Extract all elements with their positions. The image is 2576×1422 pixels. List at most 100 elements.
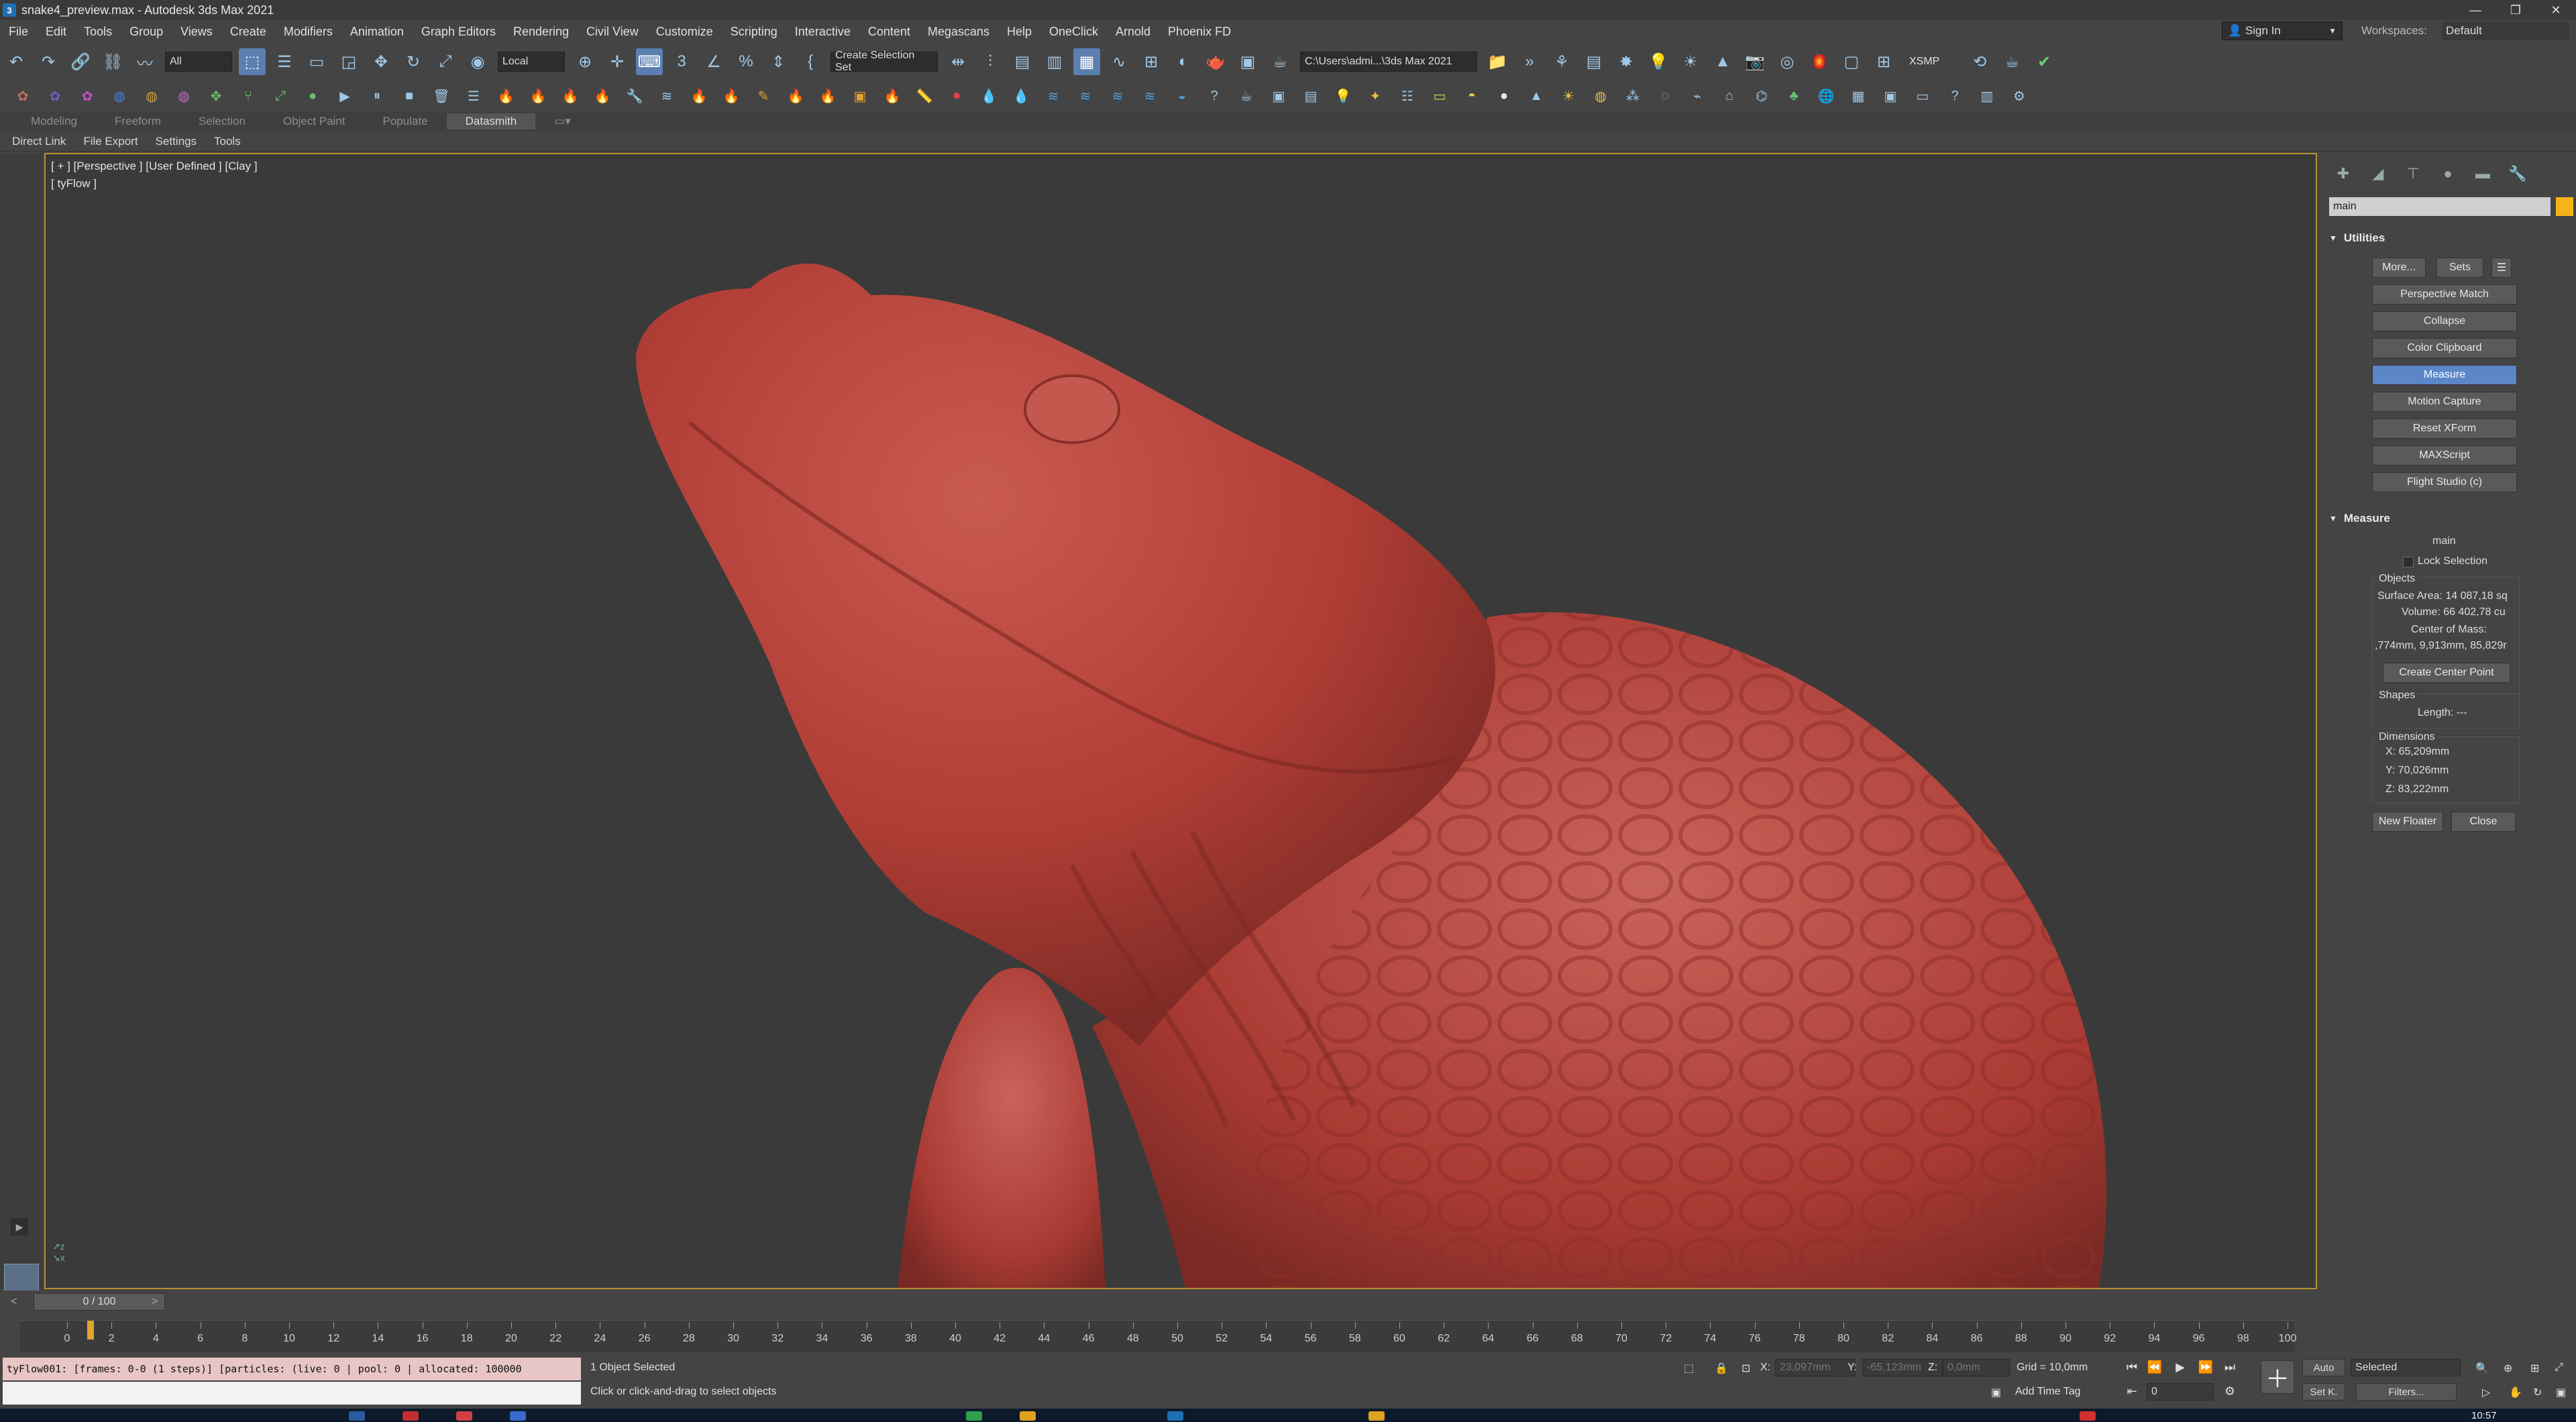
branch-icon[interactable]: ⑂ — [237, 85, 260, 107]
render-production-icon[interactable]: ☕ — [1267, 48, 1293, 75]
perspective-match-button[interactable]: Perspective Match — [2372, 284, 2517, 305]
keyboard-shortcut-override-icon[interactable]: ⌨ — [636, 48, 663, 75]
track-bar-ruler[interactable]: 0 2 4 6 8 10 12 14 16 18 20 22 24 26 28 30 32 34 36 38 40 42 4… — [20, 1320, 2296, 1352]
menu-oneclick[interactable]: OneClick — [1040, 20, 1107, 43]
tyflow-icon[interactable]: ⚘ — [1548, 48, 1575, 75]
list-icon[interactable]: ☷ — [1396, 85, 1419, 107]
clipper-icon[interactable]: ⌬ — [1750, 85, 1773, 107]
render-icon[interactable]: ▤ — [1299, 85, 1322, 107]
maximize-viewport-icon[interactable]: ⤢ — [2555, 1362, 2563, 1374]
teapot-icon[interactable]: ☕ — [1998, 48, 2025, 75]
menu-views[interactable]: Views — [172, 20, 221, 43]
add-time-tag[interactable]: Add Time Tag — [2015, 1386, 2081, 1398]
render-setup-icon[interactable]: 🫖 — [1202, 48, 1229, 75]
material-editor-icon[interactable]: ◐ — [1170, 48, 1197, 75]
taskbar-app-icon[interactable] — [966, 1411, 982, 1421]
selection-filter-select[interactable]: All — [165, 52, 232, 72]
camera-icon[interactable]: 📷 — [1741, 48, 1768, 75]
toggle-scene-explorer-icon[interactable]: ▥ — [1041, 48, 1068, 75]
curve-editor-icon[interactable]: ∿ — [1106, 48, 1132, 75]
create-tab-icon[interactable]: ✚ — [2333, 164, 2353, 184]
spinner-snap-icon[interactable]: ⇕ — [765, 48, 792, 75]
window-crossing-icon[interactable]: ◲ — [335, 48, 362, 75]
scale-icon[interactable]: ⤢ — [269, 85, 292, 107]
unlink-icon[interactable]: ⛓ — [99, 48, 126, 75]
ruler-icon[interactable]: 📏 — [913, 85, 936, 107]
x-coord-field[interactable]: 23,097mm — [1775, 1359, 1856, 1376]
modify-tab-icon[interactable]: ◢ — [2368, 164, 2388, 184]
close-button[interactable]: ✕ — [2536, 0, 2576, 20]
subtab-settings[interactable]: Settings — [156, 135, 197, 148]
fov-icon[interactable]: ▷ — [2482, 1386, 2490, 1399]
settings-icon[interactable]: ⚙ — [2008, 85, 2031, 107]
plus-box-icon[interactable]: ⊞ — [1870, 48, 1897, 75]
goto-start-icon[interactable]: ⏮ — [2123, 1358, 2141, 1376]
sign-in-dropdown[interactable]: 👤 Sign In ▼ — [2222, 21, 2343, 40]
sphere-icon[interactable]: ◌ — [1654, 85, 1676, 107]
cone-light-icon[interactable]: ▲ — [1709, 48, 1736, 75]
zoom-extents-icon[interactable]: ⊞ — [2530, 1362, 2539, 1375]
snake-model[interactable] — [46, 154, 2317, 1289]
teapot-icon[interactable]: ☕ — [1235, 85, 1258, 107]
prev-key-icon[interactable]: ⏪ — [2145, 1358, 2164, 1376]
motion-capture-button[interactable]: Motion Capture — [2372, 392, 2517, 412]
more-button[interactable]: More... — [2372, 258, 2426, 278]
tab-freeform[interactable]: Freeform — [96, 115, 180, 128]
object-name-field[interactable]: main — [2329, 197, 2551, 216]
water-icon[interactable]: 💧 — [1010, 85, 1032, 107]
light-icon[interactable]: 💡 — [1332, 85, 1354, 107]
set-key-button[interactable]: ＋ — [2261, 1360, 2294, 1394]
measure-button[interactable]: Measure — [2372, 365, 2517, 385]
viewport-sublabel[interactable]: [ tyFlow ] — [51, 177, 97, 190]
next-frame-button[interactable]: > — [152, 1296, 158, 1308]
close-measure-button[interactable]: Close — [2451, 812, 2516, 832]
menu-help[interactable]: Help — [998, 20, 1040, 43]
fire-icon[interactable]: 🔥 — [559, 85, 582, 107]
fur-icon[interactable]: ⁂ — [1621, 85, 1644, 107]
goto-end-icon[interactable]: ⏭ — [2220, 1358, 2239, 1376]
configure-sets-icon[interactable]: ☰ — [2491, 258, 2512, 278]
taskbar-app-icon[interactable] — [1020, 1411, 1036, 1421]
ribbon-options-icon[interactable]: ▭▾ — [535, 115, 590, 128]
current-frame-marker[interactable] — [87, 1321, 94, 1339]
menu-content[interactable]: Content — [859, 20, 919, 43]
maxscript-button[interactable]: MAXScript — [2372, 445, 2517, 466]
tab-populate[interactable]: Populate — [364, 115, 447, 128]
fire-icon[interactable]: 🔥 — [784, 85, 807, 107]
time-slider[interactable]: < 0 / 100 > — [0, 1291, 2576, 1313]
menu-modifiers[interactable]: Modifiers — [275, 20, 341, 43]
menu-megascans[interactable]: Megascans — [919, 20, 998, 43]
water-icon[interactable]: ◒ — [1171, 85, 1193, 107]
maximize-button[interactable]: ❐ — [2496, 0, 2536, 20]
sun-icon[interactable]: ☀ — [1557, 85, 1580, 107]
tab-selection[interactable]: Selection — [180, 115, 264, 128]
new-floater-button[interactable]: New Floater — [2372, 812, 2443, 832]
fire-icon[interactable]: 🔥 — [881, 85, 904, 107]
object-color-swatch[interactable] — [2556, 197, 2573, 216]
select-region-icon[interactable]: ▭ — [303, 48, 330, 75]
viewport-label[interactable]: [ + ] [Perspective ] [User Defined ] [Cl… — [51, 160, 258, 173]
time-slider-handle[interactable]: 0 / 100 — [34, 1293, 165, 1311]
menu-group[interactable]: Group — [121, 20, 172, 43]
create-center-point-button[interactable]: Create Center Point — [2383, 663, 2510, 683]
auto-key-button[interactable]: Auto — [2302, 1359, 2345, 1376]
viewport-toggle-icon[interactable]: ▣ — [2556, 1386, 2566, 1399]
displace-icon[interactable]: ⌁ — [1686, 85, 1709, 107]
set-key-mode-button[interactable]: Set K. — [2302, 1383, 2345, 1401]
water-icon[interactable]: ≋ — [1074, 85, 1097, 107]
play-icon[interactable]: ▶ — [2171, 1358, 2190, 1376]
project-folder-icon[interactable]: 📁 — [1484, 48, 1511, 75]
menu-file[interactable]: File — [0, 20, 37, 43]
lock-selection-checkbox[interactable] — [2403, 557, 2414, 567]
track-bar[interactable]: 0 2 4 6 8 10 12 14 16 18 20 22 24 26 28 30 32 34 36 38 40 42 4… — [0, 1313, 2576, 1355]
angle-snap-icon[interactable]: ∠ — [700, 48, 727, 75]
placement-icon[interactable]: ◉ — [464, 48, 491, 75]
z-coord-field[interactable]: 0,0mm — [1943, 1359, 2010, 1376]
rendered-frame-icon[interactable]: ▣ — [1234, 48, 1261, 75]
wave-icon[interactable]: ≋ — [655, 85, 678, 107]
render-icon[interactable]: ▣ — [1267, 85, 1290, 107]
collapse-button[interactable]: Collapse — [2372, 311, 2517, 331]
pencil-icon[interactable]: ✎ — [752, 85, 775, 107]
align-icon[interactable]: ⫶ — [977, 48, 1004, 75]
monitor-icon[interactable]: ▭ — [1911, 85, 1934, 107]
